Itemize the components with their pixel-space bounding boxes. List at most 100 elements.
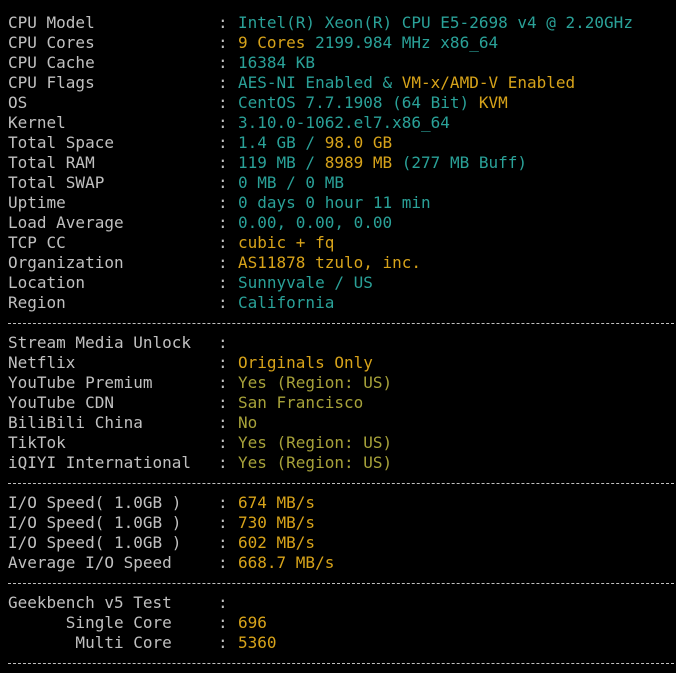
- row-value: cubic + fq: [238, 233, 334, 253]
- value-segment: Sunnyvale / US: [238, 273, 373, 292]
- row-value: San Francisco: [238, 393, 363, 413]
- row-value: Sunnyvale / US: [238, 273, 373, 293]
- row-region: Region: California: [0, 293, 676, 313]
- row-value: California: [238, 293, 334, 313]
- row-uptime: Uptime:0 days 0 hour 11 min: [0, 193, 676, 213]
- row-label: TikTok: [8, 433, 66, 452]
- row-value: 0 days 0 hour 11 min: [238, 193, 431, 213]
- row-i-o-speed-1-0gb: I/O Speed( 1.0GB ):674 MB/s: [0, 493, 676, 513]
- value-segment: 0.00, 0.00, 0.00: [238, 213, 393, 232]
- row-value: Yes (Region: US): [238, 433, 392, 453]
- row-youtube-cdn: YouTube CDN: San Francisco: [0, 393, 676, 413]
- dashed-separator: [0, 653, 676, 673]
- row-colon: :: [218, 113, 228, 132]
- row-label: CPU Model: [8, 13, 95, 32]
- value-segment: (277 MB Buff): [392, 153, 527, 172]
- row-value: AES-NI Enabled & VM-x/AMD-V Enabled: [238, 73, 575, 93]
- row-value: Yes (Region: US): [238, 453, 392, 473]
- value-segment: AS11878 tzulo, inc.: [238, 253, 422, 272]
- row-total-ram: Total RAM:119 MB / 8989 MB (277 MB Buff): [0, 153, 676, 173]
- row-label: Total SWAP: [8, 173, 105, 192]
- row-colon: :: [218, 353, 228, 372]
- row-total-space: Total Space:1.4 GB / 98.0 GB: [0, 133, 676, 153]
- row-label: I/O Speed( 1.0GB ): [8, 493, 182, 512]
- row-colon: :: [218, 193, 228, 212]
- row-colon: :: [218, 253, 228, 272]
- value-segment: 8989 MB: [324, 153, 393, 172]
- row-colon: :: [218, 13, 228, 32]
- value-segment: Yes (Region: US): [238, 453, 393, 472]
- value-segment: Originals Only: [238, 353, 373, 372]
- row-average-i-o-speed: Average I/O Speed:668.7 MB/s: [0, 553, 676, 573]
- row-os: OS: CentOS 7.7.1908 (64 Bit) KVM: [0, 93, 676, 113]
- value-segment: 668.7 MB/s: [238, 553, 335, 572]
- row-tiktok: TikTok: Yes (Region: US): [0, 433, 676, 453]
- value-segment: 602 MB/s: [238, 533, 316, 552]
- dashed-separator: [0, 313, 676, 333]
- row-i-o-speed-1-0gb: I/O Speed( 1.0GB ):730 MB/s: [0, 513, 676, 533]
- value-segment: Intel(R) Xeon(R) CPU E5-2698 v4 @ 2.20GH…: [238, 13, 633, 32]
- row-colon: :: [218, 33, 228, 52]
- row-value: 5360: [238, 633, 277, 653]
- row-value: 119 MB / 8989 MB (277 MB Buff): [238, 153, 527, 173]
- value-segment: 3.10.0-1062.el7.x86_64: [238, 113, 450, 132]
- row-value: Originals Only: [238, 353, 373, 373]
- row-label: Average I/O Speed: [8, 553, 172, 572]
- row-colon: :: [218, 393, 228, 412]
- row-label: Netflix: [8, 353, 76, 372]
- value-segment: 9 Cores: [238, 33, 306, 52]
- row-value: 730 MB/s: [238, 513, 315, 533]
- value-segment: CentOS 7.7.1908 (64 Bit): [238, 93, 479, 112]
- row-tcp-cc: TCP CC: cubic + fq: [0, 233, 676, 253]
- value-segment: cubic + fq: [238, 233, 335, 252]
- row-value: Intel(R) Xeon(R) CPU E5-2698 v4 @ 2.20GH…: [238, 13, 633, 33]
- row-colon: :: [218, 93, 228, 112]
- geekbench-section: Geekbench v5 Test: Single Core:696 Multi…: [0, 593, 676, 653]
- row-label: CPU Flags: [8, 73, 95, 92]
- row-label: Stream Media Unlock: [8, 333, 192, 352]
- row-colon: :: [218, 553, 228, 572]
- value-segment: VM-x/AMD-V Enabled: [401, 73, 576, 92]
- row-colon: :: [218, 213, 228, 232]
- row-value: CentOS 7.7.1908 (64 Bit) KVM: [238, 93, 508, 113]
- row-colon: :: [218, 413, 228, 432]
- row-colon: :: [218, 533, 228, 552]
- row-colon: :: [218, 613, 228, 632]
- row-cpu-model: CPU Model: Intel(R) Xeon(R) CPU E5-2698 v…: [0, 13, 676, 33]
- row-value: 3.10.0-1062.el7.x86_64: [238, 113, 450, 133]
- row-location: Location: Sunnyvale / US: [0, 273, 676, 293]
- value-segment: 5360: [238, 633, 277, 652]
- row-colon: :: [218, 333, 228, 352]
- value-segment: 0 MB / 0 MB: [238, 173, 344, 192]
- row-colon: :: [218, 493, 228, 512]
- row-iqiyi-international: iQIYI International: Yes (Region: US): [0, 453, 676, 473]
- row-value: No: [238, 413, 257, 433]
- value-segment: 119 MB /: [238, 153, 325, 172]
- row-cpu-cache: CPU Cache:16384 KB: [0, 53, 676, 73]
- row-stream-media-unlock: Stream Media Unlock:: [0, 333, 676, 353]
- row-label: CPU Cores: [8, 33, 95, 52]
- row-colon: :: [218, 173, 228, 192]
- row-youtube-premium: YouTube Premium: Yes (Region: US): [0, 373, 676, 393]
- row-label: Single Core: [8, 613, 172, 632]
- row-colon: :: [218, 273, 228, 292]
- row-label: Kernel: [8, 113, 66, 132]
- value-segment: AES-NI Enabled &: [238, 73, 402, 92]
- row-value: 696: [238, 613, 267, 633]
- row-load-average: Load Average:0.00, 0.00, 0.00: [0, 213, 676, 233]
- row-colon: :: [218, 453, 228, 472]
- value-segment: 98.0 GB: [324, 133, 393, 152]
- row-value: 9 Cores 2199.984 MHz x86_64: [238, 33, 498, 53]
- row-value: 0 MB / 0 MB: [238, 173, 344, 193]
- value-segment: California: [238, 293, 335, 312]
- value-segment: 2199.984 MHz x86_64: [305, 33, 499, 52]
- row-value: 1.4 GB / 98.0 GB: [238, 133, 392, 153]
- row-value: 674 MB/s: [238, 493, 315, 513]
- row-colon: :: [218, 133, 228, 152]
- terminal-output: CPU Model: Intel(R) Xeon(R) CPU E5-2698 v…: [0, 0, 676, 666]
- row-colon: :: [218, 233, 228, 252]
- dashed-separator: [0, 573, 676, 593]
- row-kernel: Kernel:3.10.0-1062.el7.x86_64: [0, 113, 676, 133]
- row-label: OS: [8, 93, 28, 112]
- row-geekbench-v5-test: Geekbench v5 Test:: [0, 593, 676, 613]
